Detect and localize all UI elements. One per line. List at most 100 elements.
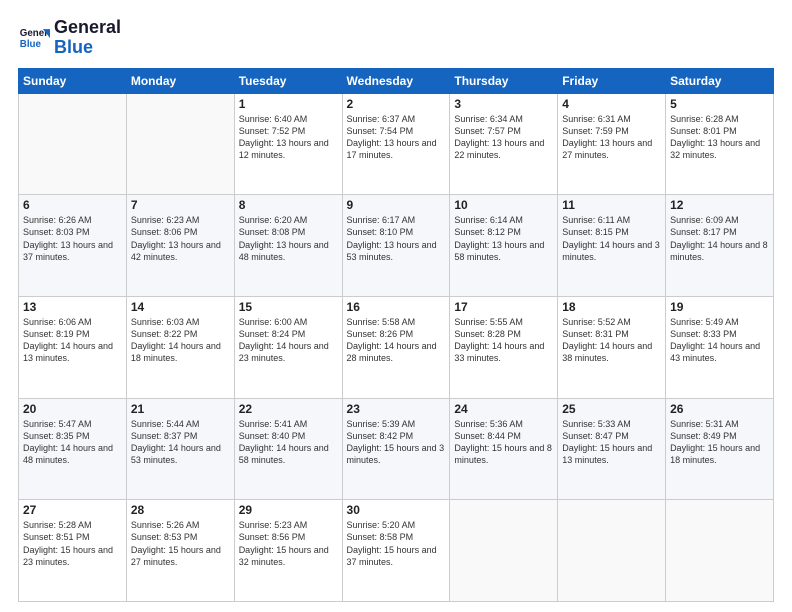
calendar-cell — [450, 500, 558, 602]
svg-text:Blue: Blue — [20, 39, 42, 50]
logo-icon: General Blue — [18, 22, 50, 54]
day-info: Sunrise: 5:31 AMSunset: 8:49 PMDaylight:… — [670, 418, 769, 467]
day-number: 30 — [347, 503, 446, 517]
calendar-cell: 27Sunrise: 5:28 AMSunset: 8:51 PMDayligh… — [19, 500, 127, 602]
calendar-cell: 2 Sunrise: 6:37 AMSunset: 7:54 PMDaylight… — [342, 93, 450, 195]
day-info: Sunrise: 6:20 AMSunset: 8:08 PMDaylight:… — [239, 214, 338, 263]
day-info: Sunrise: 6:14 AMSunset: 8:12 PMDaylight:… — [454, 214, 553, 263]
day-number: 11 — [562, 198, 661, 212]
day-number: 7 — [131, 198, 230, 212]
day-info: Sunrise: 6:06 AMSunset: 8:19 PMDaylight:… — [23, 316, 122, 365]
day-number: 18 — [562, 300, 661, 314]
calendar-cell: 25Sunrise: 5:33 AMSunset: 8:47 PMDayligh… — [558, 398, 666, 500]
day-number: 20 — [23, 402, 122, 416]
day-number: 27 — [23, 503, 122, 517]
calendar-cell — [666, 500, 774, 602]
day-info: Sunrise: 5:44 AMSunset: 8:37 PMDaylight:… — [131, 418, 230, 467]
day-info: Sunrise: 5:55 AMSunset: 8:28 PMDaylight:… — [454, 316, 553, 365]
day-info: Sunrise: 6:37 AMSunset: 7:54 PMDaylight:… — [347, 113, 446, 162]
calendar-cell: 22 Sunrise: 5:41 AMSunset: 8:40 PMDayligh… — [234, 398, 342, 500]
calendar-cell: 16Sunrise: 5:58 AMSunset: 8:26 PMDayligh… — [342, 296, 450, 398]
day-info: Sunrise: 5:39 AMSunset: 8:42 PMDaylight:… — [347, 418, 446, 467]
calendar-week-row: 6Sunrise: 6:26 AMSunset: 8:03 PMDaylight… — [19, 195, 774, 297]
day-info: Sunrise: 6:26 AMSunset: 8:03 PMDaylight:… — [23, 214, 122, 263]
calendar-cell: 12 Sunrise: 6:09 AMSunset: 8:17 PMDayligh… — [666, 195, 774, 297]
day-info: Sunrise: 6:23 AMSunset: 8:06 PMDaylight:… — [131, 214, 230, 263]
day-number: 28 — [131, 503, 230, 517]
day-number: 22 — [239, 402, 338, 416]
day-info: Sunrise: 6:03 AMSunset: 8:22 PMDaylight:… — [131, 316, 230, 365]
calendar-cell: 23Sunrise: 5:39 AMSunset: 8:42 PMDayligh… — [342, 398, 450, 500]
calendar-cell: 5 Sunrise: 6:28 AMSunset: 8:01 PMDaylight… — [666, 93, 774, 195]
calendar-day-header: Tuesday — [234, 68, 342, 93]
calendar-cell: 9 Sunrise: 6:17 AMSunset: 8:10 PMDaylight… — [342, 195, 450, 297]
day-info: Sunrise: 6:40 AMSunset: 7:52 PMDaylight:… — [239, 113, 338, 162]
day-number: 21 — [131, 402, 230, 416]
calendar-cell — [19, 93, 127, 195]
day-info: Sunrise: 5:33 AMSunset: 8:47 PMDaylight:… — [562, 418, 661, 467]
calendar-cell: 11 Sunrise: 6:11 AMSunset: 8:15 PMDayligh… — [558, 195, 666, 297]
calendar-week-row: 27Sunrise: 5:28 AMSunset: 8:51 PMDayligh… — [19, 500, 774, 602]
day-number: 3 — [454, 97, 553, 111]
day-info: Sunrise: 5:52 AMSunset: 8:31 PMDaylight:… — [562, 316, 661, 365]
day-number: 10 — [454, 198, 553, 212]
calendar-cell: 24 Sunrise: 5:36 AMSunset: 8:44 PMDayligh… — [450, 398, 558, 500]
calendar-day-header: Friday — [558, 68, 666, 93]
day-number: 26 — [670, 402, 769, 416]
calendar-cell: 3 Sunrise: 6:34 AMSunset: 7:57 PMDaylight… — [450, 93, 558, 195]
day-number: 8 — [239, 198, 338, 212]
day-number: 29 — [239, 503, 338, 517]
day-number: 4 — [562, 97, 661, 111]
calendar-day-header: Sunday — [19, 68, 127, 93]
logo-text: General Blue — [54, 18, 121, 58]
page: General Blue General Blue SundayMondayTu… — [0, 0, 792, 612]
day-number: 5 — [670, 97, 769, 111]
calendar-day-header: Monday — [126, 68, 234, 93]
day-info: Sunrise: 6:17 AMSunset: 8:10 PMDaylight:… — [347, 214, 446, 263]
calendar-cell: 28 Sunrise: 5:26 AMSunset: 8:53 PMDayligh… — [126, 500, 234, 602]
day-info: Sunrise: 6:09 AMSunset: 8:17 PMDaylight:… — [670, 214, 769, 263]
day-number: 15 — [239, 300, 338, 314]
calendar-cell: 15 Sunrise: 6:00 AMSunset: 8:24 PMDayligh… — [234, 296, 342, 398]
day-info: Sunrise: 6:00 AMSunset: 8:24 PMDaylight:… — [239, 316, 338, 365]
calendar-header-row: SundayMondayTuesdayWednesdayThursdayFrid… — [19, 68, 774, 93]
calendar-cell: 18 Sunrise: 5:52 AMSunset: 8:31 PMDayligh… — [558, 296, 666, 398]
calendar-cell: 30Sunrise: 5:20 AMSunset: 8:58 PMDayligh… — [342, 500, 450, 602]
day-info: Sunrise: 5:47 AMSunset: 8:35 PMDaylight:… — [23, 418, 122, 467]
day-number: 17 — [454, 300, 553, 314]
calendar-cell: 10 Sunrise: 6:14 AMSunset: 8:12 PMDayligh… — [450, 195, 558, 297]
day-number: 9 — [347, 198, 446, 212]
calendar-day-header: Thursday — [450, 68, 558, 93]
calendar-cell: 1 Sunrise: 6:40 AMSunset: 7:52 PMDaylight… — [234, 93, 342, 195]
day-info: Sunrise: 5:41 AMSunset: 8:40 PMDaylight:… — [239, 418, 338, 467]
day-info: Sunrise: 5:23 AMSunset: 8:56 PMDaylight:… — [239, 519, 338, 568]
calendar-cell: 26 Sunrise: 5:31 AMSunset: 8:49 PMDayligh… — [666, 398, 774, 500]
day-info: Sunrise: 6:28 AMSunset: 8:01 PMDaylight:… — [670, 113, 769, 162]
calendar-cell: 14Sunrise: 6:03 AMSunset: 8:22 PMDayligh… — [126, 296, 234, 398]
day-number: 13 — [23, 300, 122, 314]
calendar-cell: 29 Sunrise: 5:23 AMSunset: 8:56 PMDayligh… — [234, 500, 342, 602]
calendar-day-header: Wednesday — [342, 68, 450, 93]
day-number: 2 — [347, 97, 446, 111]
day-number: 19 — [670, 300, 769, 314]
calendar-cell: 7 Sunrise: 6:23 AMSunset: 8:06 PMDaylight… — [126, 195, 234, 297]
day-info: Sunrise: 5:58 AMSunset: 8:26 PMDaylight:… — [347, 316, 446, 365]
calendar-cell: 8 Sunrise: 6:20 AMSunset: 8:08 PMDaylight… — [234, 195, 342, 297]
header: General Blue General Blue — [18, 18, 774, 58]
calendar-day-header: Saturday — [666, 68, 774, 93]
calendar-cell: 21 Sunrise: 5:44 AMSunset: 8:37 PMDayligh… — [126, 398, 234, 500]
calendar-cell: 20 Sunrise: 5:47 AMSunset: 8:35 PMDayligh… — [19, 398, 127, 500]
day-number: 24 — [454, 402, 553, 416]
calendar-table: SundayMondayTuesdayWednesdayThursdayFrid… — [18, 68, 774, 602]
calendar-week-row: 20 Sunrise: 5:47 AMSunset: 8:35 PMDayligh… — [19, 398, 774, 500]
day-info: Sunrise: 6:31 AMSunset: 7:59 PMDaylight:… — [562, 113, 661, 162]
day-info: Sunrise: 6:34 AMSunset: 7:57 PMDaylight:… — [454, 113, 553, 162]
day-info: Sunrise: 6:11 AMSunset: 8:15 PMDaylight:… — [562, 214, 661, 263]
day-info: Sunrise: 5:26 AMSunset: 8:53 PMDaylight:… — [131, 519, 230, 568]
calendar-cell: 19Sunrise: 5:49 AMSunset: 8:33 PMDayligh… — [666, 296, 774, 398]
calendar-week-row: 13 Sunrise: 6:06 AMSunset: 8:19 PMDayligh… — [19, 296, 774, 398]
day-number: 1 — [239, 97, 338, 111]
day-info: Sunrise: 5:36 AMSunset: 8:44 PMDaylight:… — [454, 418, 553, 467]
day-number: 12 — [670, 198, 769, 212]
calendar-cell: 17 Sunrise: 5:55 AMSunset: 8:28 PMDayligh… — [450, 296, 558, 398]
